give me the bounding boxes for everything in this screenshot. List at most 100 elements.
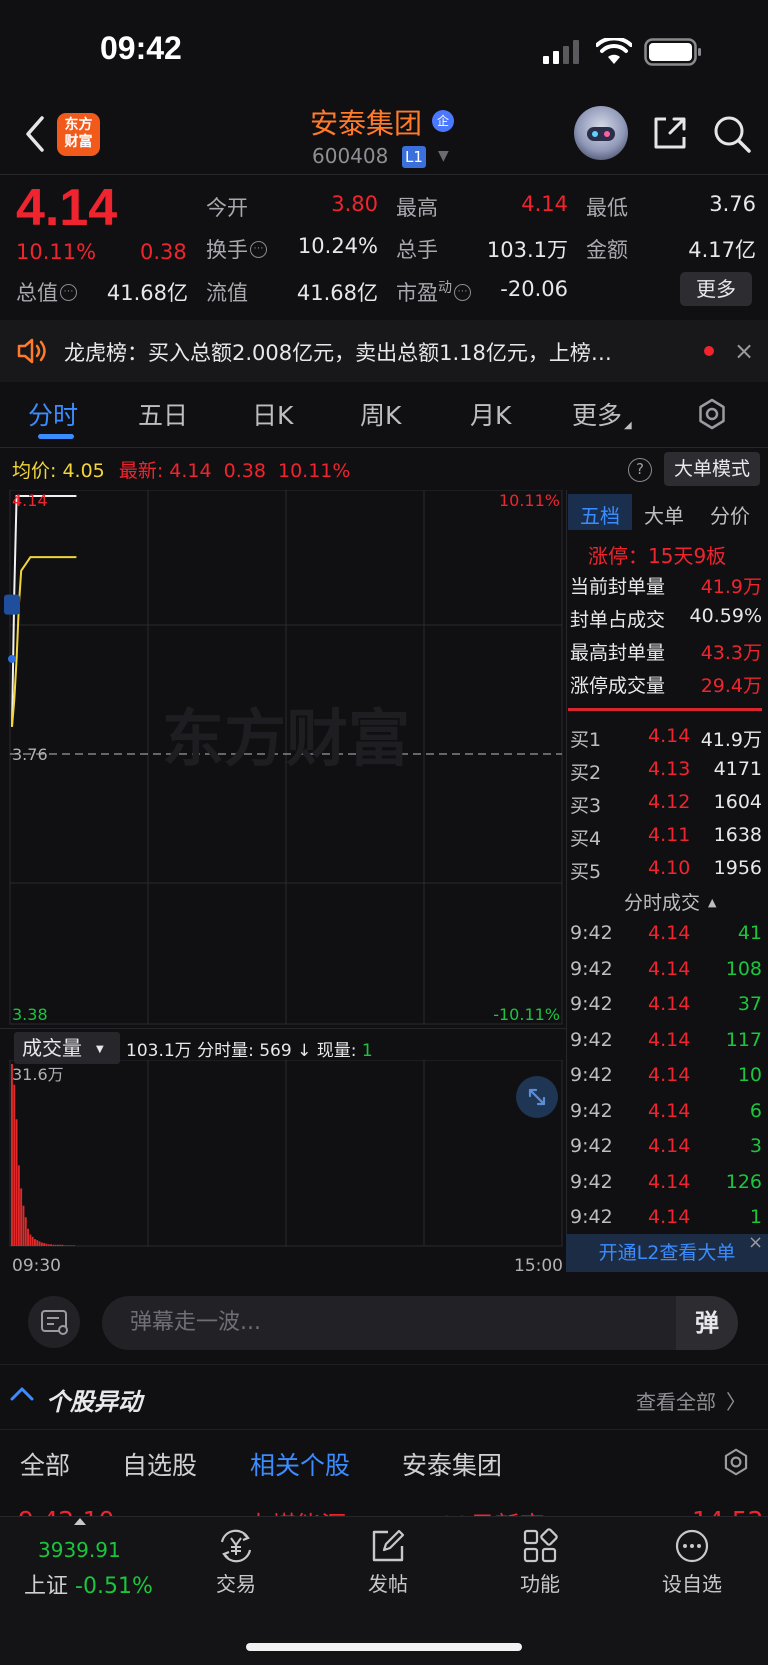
volume-bar [45,1243,48,1246]
tab-daily-k[interactable]: 日K [252,396,293,432]
close-icon[interactable]: × [748,1232,763,1253]
bid-volume: 4171 [713,758,762,780]
l2-upgrade-banner[interactable]: 开通L2查看大单 [566,1234,768,1272]
index-ticker[interactable]: 上证 -0.51% [24,1568,153,1600]
close-icon[interactable]: × [734,337,754,365]
help-icon[interactable]: ? [628,458,652,482]
search-button[interactable] [712,114,752,154]
gear-icon[interactable] [696,398,728,430]
event-dot[interactable] [8,654,16,663]
info-icon[interactable]: ⋯ [454,284,471,301]
movers-tab-related[interactable]: 相关个股 [250,1446,350,1482]
app-logo[interactable]: 东方 财富 [57,113,100,156]
low-value: 3.76 [709,192,756,216]
current-vol-value: 1 [361,1041,373,1061]
danmaku-send-button[interactable]: 弹 [676,1296,738,1350]
pe-label[interactable]: 市盈动 ⋯ [396,277,471,307]
stat-label: 当前封单量 [570,576,666,598]
watermark: 东方财富 [162,702,410,775]
wifi-icon [596,38,632,64]
dragon-tiger-text[interactable]: 龙虎榜：买入总额2.008亿元，卖出总额1.18亿元，上榜… [64,337,682,367]
volume-bar [73,1245,75,1246]
index-value[interactable]: 3939.91 [38,1538,121,1562]
back-button[interactable] [20,112,50,156]
tick-time: 9:42 [570,1206,613,1228]
tick-time: 9:42 [570,993,613,1015]
volume-bar [15,1119,18,1246]
gear-icon[interactable] [722,1448,750,1476]
info-icon[interactable]: ⋯ [60,284,77,301]
movers-tab-stock[interactable]: 安泰集团 [402,1446,502,1482]
volume-chart[interactable]: 31.6万 09:30 [0,1060,566,1256]
info-icon[interactable]: ⋯ [250,241,267,258]
high-value: 4.14 [521,192,568,216]
expand-chart-button[interactable] [516,1076,558,1118]
tick-time: 9:42 [570,1099,613,1122]
axis-price-top: 4.14 [12,491,48,510]
level-badge[interactable]: L1 [402,146,426,168]
intraday-price-chart[interactable]: 东方财富 4.14 3.76 3.38 10.11% -10.11% [0,490,566,1030]
movers-title: 个股异动 [46,1388,142,1416]
tick-price: 4.14 [648,957,691,980]
price-series [4,495,77,727]
tick-volume: 6 [749,1099,762,1122]
side-tab-five-levels[interactable]: 五档 [580,500,620,529]
total-cap-label[interactable]: 总值 ⋯ [16,277,77,307]
side-tab-big-orders[interactable]: 大单 [644,500,684,529]
cellular-signal-icon [543,40,579,64]
avg-label: 均价: [12,460,57,482]
float-cap-value: 41.68亿 [296,281,378,305]
bid-volume: 1638 [713,824,762,846]
turnover-value: 10.24% [297,234,378,258]
tick-volume: 3 [749,1135,762,1157]
chevron-down-icon[interactable]: ▼ [438,148,449,164]
volume-max-label: 31.6万 [12,1065,64,1084]
nav-features[interactable]: 功能 [490,1528,590,1597]
nav-add-watchlist[interactable]: 设自选 [642,1528,742,1597]
nav-trade[interactable]: 交易 [186,1528,286,1597]
pe-value: -20.06 [500,277,568,301]
avg-value: 4.05 [62,460,105,482]
volume-value: 103.1万 [486,238,568,262]
view-all-link[interactable]: 查看全部〉 [636,1386,746,1415]
tick-price: 4.14 [648,1064,691,1086]
big-order-mode-button[interactable]: 大单模式 [664,452,760,486]
high-label: 最高 [396,196,438,220]
latest-value: 4.14 [169,460,212,482]
movers-tab-watchlist[interactable]: 自选股 [122,1446,197,1482]
danmaku-input[interactable]: 弹幕走一波... [102,1296,676,1350]
change-percent: 10.11% [16,240,97,264]
movers-tab-all[interactable]: 全部 [20,1446,70,1482]
tab-more[interactable]: 更多 ◢ [572,396,632,432]
tab-monthly-k[interactable]: 月K [470,396,511,432]
ticks-title[interactable]: 分时成交 ▲ [624,888,716,915]
stat-value: 29.4万 [700,675,762,697]
turnover-label[interactable]: 换手 ⋯ [206,234,267,264]
bid-level: 买1 [570,729,602,751]
bid-volume: 1956 [713,857,762,879]
amount-label: 金额 [586,238,628,262]
tick-time: 9:42 [570,957,613,980]
limit-up-divider [568,708,762,711]
volume-bar [57,1244,59,1246]
event-marker[interactable] [4,594,20,615]
robot-assistant-avatar[interactable] [574,106,628,160]
chevron-up-icon[interactable] [8,1384,36,1404]
side-tab-price-dist[interactable]: 分价 [710,500,750,529]
speaker-icon [17,338,46,364]
tab-weekly-k[interactable]: 周K [360,396,401,432]
latest-label: 最新: [118,460,164,482]
status-bar: 09:42 [0,0,768,100]
more-quote-button[interactable]: 更多 [680,272,752,306]
tab-intraday[interactable]: 分时 [28,396,78,432]
yuan-exchange-icon [220,1529,252,1563]
caret-up-icon[interactable] [74,1518,86,1525]
volume-bar [52,1244,55,1246]
tab-five-day[interactable]: 五日 [138,396,188,432]
share-button[interactable] [652,115,688,151]
volume-bar [22,1205,25,1246]
danmaku-toggle-button[interactable] [28,1296,80,1348]
volume-bar [20,1188,23,1246]
volume-bar [17,1165,20,1246]
nav-post[interactable]: 发帖 [338,1528,438,1597]
